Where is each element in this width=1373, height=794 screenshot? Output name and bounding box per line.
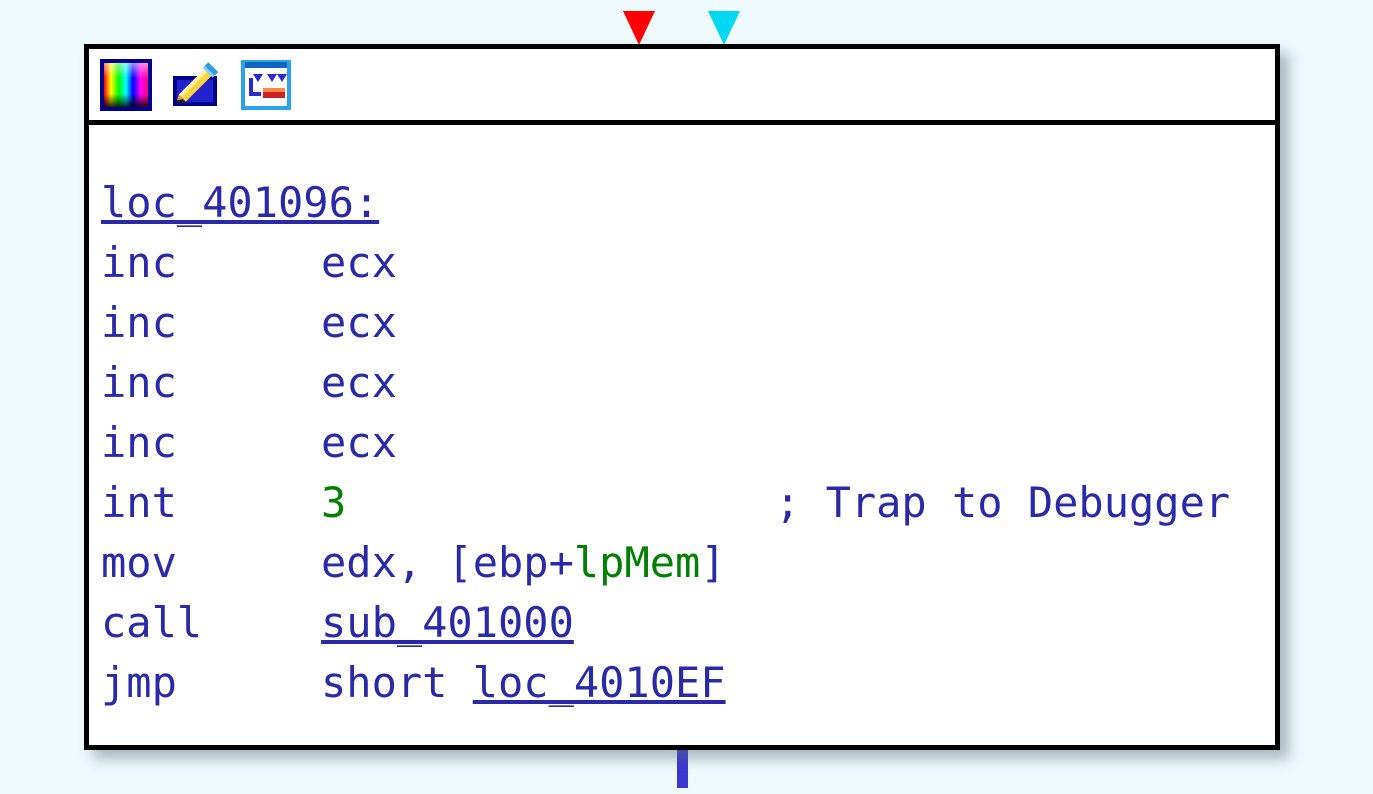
mnemonic: inc (101, 298, 177, 347)
node-toolbar (89, 49, 1275, 125)
graph-node[interactable]: loc_401096: inc ecx inc ecx inc ecx inc … (84, 44, 1280, 750)
code-line[interactable]: inc ecx (89, 293, 1275, 353)
operand: ecx (321, 238, 397, 287)
mnemonic: int (101, 478, 177, 527)
operand-local-variable[interactable]: lpMem (574, 538, 700, 587)
block-label[interactable]: loc_401096: (101, 173, 379, 233)
operand-prefix: edx, [ebp+ (321, 538, 574, 587)
operand-prefix: short (321, 658, 473, 707)
graph-layout-icon[interactable] (237, 55, 295, 114)
code-line-label[interactable]: loc_401096: (89, 173, 1275, 233)
code-line[interactable]: inc ecx (89, 233, 1275, 293)
mnemonic: jmp (101, 658, 177, 707)
graph-canvas: loc_401096: inc ecx inc ecx inc ecx inc … (0, 0, 1373, 794)
mnemonic: inc (101, 418, 177, 467)
operand: short loc_4010EF (321, 653, 726, 713)
comment: ; Trap to Debugger (775, 478, 1231, 527)
code-line[interactable]: int 3 ; Trap to Debugger (89, 473, 1275, 533)
operand: ecx (321, 298, 397, 347)
mnemonic: call (101, 598, 203, 647)
code-line[interactable]: mov edx, [ebp+lpMem] (89, 533, 1275, 593)
code-line[interactable]: call sub_401000 (89, 593, 1275, 653)
outgoing-edge-line (677, 748, 688, 788)
operand-immediate: 3 (321, 478, 347, 527)
mnemonic: inc (101, 238, 177, 287)
edit-pencil-icon[interactable] (167, 55, 225, 114)
mnemonic: mov (101, 538, 177, 587)
color-palette-icon[interactable] (97, 55, 155, 114)
code-line[interactable]: inc ecx (89, 353, 1275, 413)
operand-call-target[interactable]: sub_401000 (321, 593, 574, 653)
disassembly-listing[interactable]: loc_401096: inc ecx inc ecx inc ecx inc … (89, 125, 1275, 745)
operand-suffix: ] (700, 538, 726, 587)
code-line[interactable]: jmp short loc_4010EF (89, 653, 1275, 713)
operand-jump-target[interactable]: loc_4010EF (473, 658, 726, 707)
operand: edx, [ebp+lpMem] (321, 533, 726, 593)
operand: ecx (321, 358, 397, 407)
operand: ecx (321, 418, 397, 467)
mnemonic: inc (101, 358, 177, 407)
incoming-edge-arrow-red (623, 11, 655, 45)
incoming-edge-arrow-cyan (708, 11, 740, 45)
code-line[interactable]: inc ecx (89, 413, 1275, 473)
